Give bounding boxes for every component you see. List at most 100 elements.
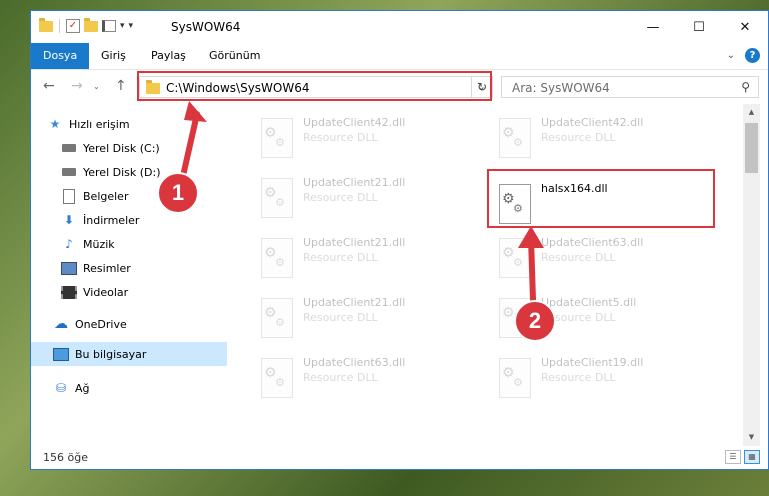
file-list: UpdateClient42.dll Resource DLL UpdateCl… (227, 104, 743, 446)
sidebar-item-onedrive[interactable]: ☁ OneDrive (31, 312, 249, 336)
file-type: Resource DLL (541, 371, 616, 384)
details-view-icon[interactable]: ☰ (725, 450, 741, 464)
tab-paylas[interactable]: Paylaş (139, 43, 198, 69)
file-name: UpdateClient63.dll (303, 356, 406, 369)
large-icons-view-icon[interactable]: ▦ (744, 450, 760, 464)
close-button[interactable]: ✕ (722, 11, 768, 43)
step-1-badge: 1 (157, 172, 199, 214)
chevron-down-icon[interactable]: ▾ (120, 21, 125, 31)
file-item[interactable]: UpdateClient42.dll Resource DLL (255, 114, 475, 174)
file-name: halsx164.dll (541, 182, 608, 195)
search-input[interactable]: Ara: SysWOW64 (512, 81, 610, 95)
maximize-button[interactable]: ☐ (676, 11, 722, 43)
videos-icon (61, 285, 77, 299)
help-icon[interactable]: ? (745, 48, 760, 63)
file-item[interactable]: UpdateClient21.dll Resource DLL (255, 294, 475, 354)
file-explorer-window: ✓ ▾ ▾ SysWOW64 — ☐ ✕ Dosya Giriş Paylaş … (30, 10, 769, 470)
sidebar-item-label: Bu bilgisayar (75, 347, 147, 361)
expand-ribbon-icon[interactable]: ⌄ (727, 50, 735, 61)
dll-file-icon (499, 118, 531, 158)
up-arrow-icon[interactable]: ↑ (115, 78, 127, 94)
tab-dosya[interactable]: Dosya (31, 43, 90, 69)
new-folder-icon[interactable] (84, 17, 98, 32)
address-path: C:\Windows\SysWOW64 (166, 81, 310, 95)
sidebar-item-label: Resimler (83, 261, 131, 275)
tab-giris[interactable]: Giriş (89, 43, 138, 69)
properties-check-icon[interactable]: ✓ (66, 19, 80, 33)
sidebar-item-disk-c[interactable]: Yerel Disk (C:) 📌 (31, 136, 257, 160)
file-name: UpdateClient19.dll (541, 356, 644, 369)
star-icon: ★ (49, 117, 61, 131)
sidebar-item-label: Yerel Disk (D:) (83, 165, 161, 179)
downloads-icon: ⬇ (63, 213, 75, 227)
scroll-down-icon[interactable]: ▼ (743, 429, 760, 446)
quick-access-toolbar: ✓ ▾ ▾ (39, 17, 134, 33)
file-item[interactable]: UpdateClient42.dll Resource DLL (493, 114, 713, 174)
scroll-thumb[interactable] (745, 123, 758, 173)
address-bar[interactable]: C:\Windows\SysWOW64 ⌄ (139, 76, 493, 98)
tab-gorunum[interactable]: Görünüm (197, 43, 272, 69)
file-item[interactable]: UpdateClient19.dll Resource DLL (493, 354, 713, 414)
dll-file-icon (261, 358, 293, 398)
view-properties-icon[interactable] (102, 20, 116, 32)
back-arrow-icon[interactable]: ← (43, 78, 55, 94)
sidebar-item-label: Belgeler (83, 189, 129, 203)
navigation-pane: ★ Hızlı erişim Yerel Disk (C:) 📌 Yerel D… (31, 104, 253, 446)
vertical-scrollbar[interactable]: ▲ ▼ (743, 104, 760, 446)
file-type: Resource DLL (303, 311, 378, 324)
sidebar-item-label: Hızlı erişim (69, 117, 130, 131)
sidebar-item-pictures[interactable]: Resimler 📌 (31, 256, 257, 280)
sidebar-item-downloads[interactable]: ⬇ İndirmeler 📌 (31, 208, 257, 232)
folder-icon (146, 80, 160, 94)
file-name: UpdateClient63.dll (541, 236, 644, 249)
file-name: UpdateClient5.dll (541, 296, 637, 309)
file-item[interactable]: UpdateClient63.dll Resource DLL (493, 234, 713, 294)
file-item[interactable]: UpdateClient21.dll Resource DLL (255, 234, 475, 294)
file-name: UpdateClient42.dll (541, 116, 644, 129)
file-name: UpdateClient21.dll (303, 236, 406, 249)
sidebar-item-label: Yerel Disk (C:) (83, 141, 160, 155)
file-item[interactable]: UpdateClient63.dll Resource DLL (255, 354, 475, 414)
sidebar-item-label: OneDrive (75, 317, 127, 331)
dll-file-icon (499, 184, 531, 224)
cloud-icon: ☁ (54, 316, 68, 332)
status-bar: 156 öğe ☰ ▦ (31, 446, 768, 469)
toolbar-divider (59, 19, 60, 33)
file-type: Resource DLL (541, 251, 616, 264)
file-name: UpdateClient21.dll (303, 296, 406, 309)
sidebar-item-label: Videolar (83, 285, 129, 299)
sidebar-item-videos[interactable]: Videolar 📌 (31, 280, 257, 304)
drive-icon (61, 141, 77, 155)
dll-file-icon (261, 298, 293, 338)
minimize-button[interactable]: — (630, 11, 676, 43)
search-icon: ⚲ (741, 80, 750, 94)
file-type: Resource DLL (303, 191, 378, 204)
sidebar-item-network[interactable]: ⛁ Ağ (31, 376, 249, 400)
customize-toolbar-icon[interactable]: ▾ (129, 21, 134, 31)
music-icon: ♪ (65, 237, 73, 251)
scroll-up-icon[interactable]: ▲ (743, 104, 760, 121)
network-icon: ⛁ (55, 381, 67, 395)
folder-icon (39, 17, 53, 32)
file-item-halsx164[interactable]: halsx164.dll (493, 180, 713, 240)
sidebar-item-quick-access[interactable]: ★ Hızlı erişim (31, 112, 243, 136)
item-count: 156 öğe (43, 451, 88, 464)
drive-icon (61, 165, 77, 179)
sidebar-item-music[interactable]: ♪ Müzik 📌 (31, 232, 257, 256)
navigation-bar: ← → ⌄ ↑ C:\Windows\SysWOW64 ⌄ ↻ Ara: Sys… (31, 70, 768, 104)
ribbon-right-controls: ⌄ ? (727, 48, 760, 63)
sidebar-item-documents[interactable]: Belgeler 📌 (31, 184, 257, 208)
forward-arrow-icon[interactable]: → (71, 78, 83, 94)
file-item[interactable]: UpdateClient21.dll Resource DLL (255, 174, 475, 234)
search-box[interactable]: Ara: SysWOW64 ⚲ (501, 76, 759, 98)
sidebar-item-this-pc[interactable]: Bu bilgisayar (31, 342, 249, 366)
sidebar-item-disk-d[interactable]: Yerel Disk (D:) 📌 (31, 160, 257, 184)
sidebar-item-label: Ağ (75, 381, 90, 395)
view-toggle: ☰ ▦ (725, 450, 760, 464)
recent-locations-icon[interactable]: ⌄ (93, 82, 100, 91)
dll-file-icon (499, 238, 531, 278)
documents-icon (61, 188, 77, 204)
refresh-button[interactable]: ↻ (471, 76, 493, 98)
pictures-icon (61, 261, 77, 275)
ribbon-tabs: Dosya Giriş Paylaş Görünüm ⌄ ? (31, 43, 768, 70)
